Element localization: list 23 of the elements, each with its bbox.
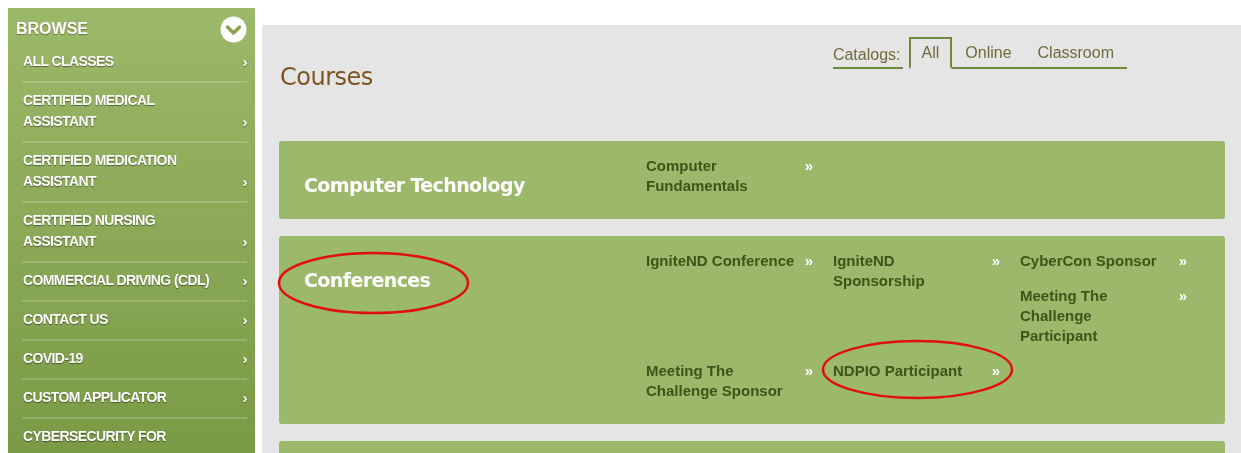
sidebar-item[interactable]: CERTIFIED MEDICATION ASSISTANT › — [22, 143, 247, 203]
catalog-tab[interactable]: Online — [952, 37, 1025, 69]
course-link[interactable]: Computer Fundamentals » — [646, 156, 813, 196]
catalog-tab[interactable]: Classroom — [1024, 37, 1127, 69]
category-title[interactable]: Computer Technology — [304, 174, 525, 196]
sidebar-title: BROWSE — [16, 20, 88, 38]
course-link[interactable]: IgniteND Sponsorship » — [833, 251, 1000, 291]
sidebar-item[interactable]: CYBERSECURITY FOR — [22, 419, 247, 453]
course-link[interactable]: IgniteND Conference » — [646, 251, 813, 271]
sidebar-item[interactable]: CONTACT US › — [22, 302, 247, 341]
catalogs-label: Catalogs: — [832, 46, 903, 69]
catalog-tab[interactable]: All — [908, 37, 953, 69]
sidebar-item[interactable]: CUSTOM APPLICATOR › — [22, 380, 247, 419]
chevron-down-icon[interactable] — [220, 15, 247, 43]
course-link[interactable]: CyberCon Sponsor » — [1020, 251, 1187, 271]
sidebar-item[interactable]: COMMERCIAL DRIVING (CDL) › — [22, 263, 247, 302]
sidebar-item[interactable]: CERTIFIED MEDICAL ASSISTANT › — [22, 83, 247, 143]
course-link[interactable]: Meeting The Challenge Participant » — [1020, 286, 1187, 346]
sidebar-item[interactable]: CERTIFIED NURSING ASSISTANT › — [22, 203, 247, 263]
sidebar-item[interactable]: COVID-19 › — [22, 341, 247, 380]
course-link[interactable]: Meeting The Challenge Sponsor » — [646, 361, 813, 401]
page-heading: Courses — [280, 63, 373, 91]
sidebar-item[interactable]: ALL CLASSES › — [22, 44, 247, 83]
